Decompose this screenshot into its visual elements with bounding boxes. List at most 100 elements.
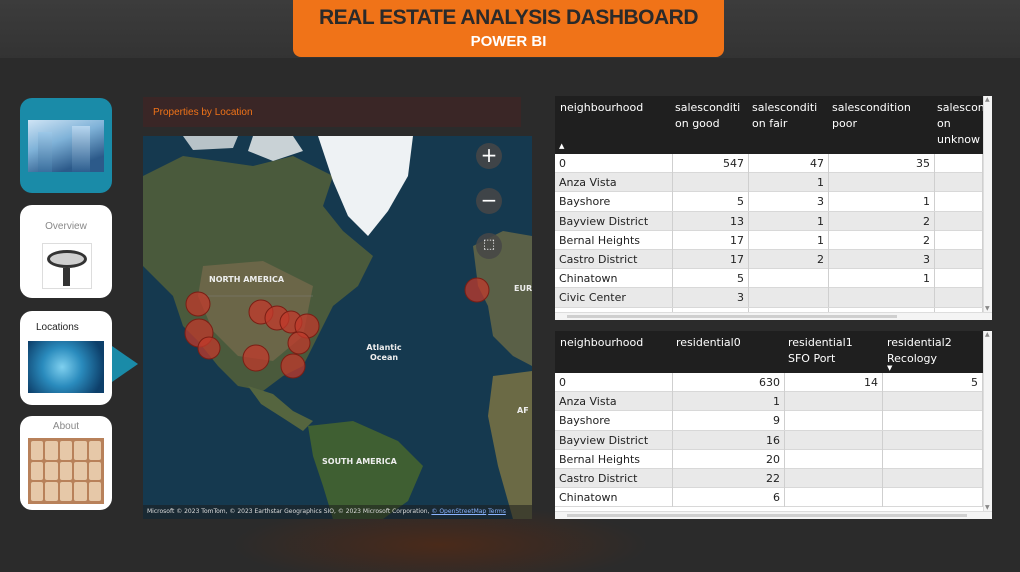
table-cell xyxy=(785,468,883,488)
table-cell xyxy=(883,411,983,431)
table-cell: 13 xyxy=(673,211,749,231)
table-cell xyxy=(785,449,883,469)
table-cell: 17 xyxy=(673,249,749,269)
map-title: Properties by Location xyxy=(143,97,521,127)
sales-condition-table[interactable]: neighbourhood salesconditi on good sales… xyxy=(555,96,992,320)
city-buildings-image xyxy=(28,120,104,172)
table-header: neighbourhood residential0 residential1 … xyxy=(555,331,983,373)
column-header[interactable]: neighbourhood xyxy=(560,335,670,351)
globe-image xyxy=(28,341,104,393)
column-header[interactable]: residential1 SFO Port xyxy=(788,335,874,367)
column-header[interactable]: salescondition poor xyxy=(832,100,932,132)
table-cell: Bayshore xyxy=(555,411,673,431)
label-europe-partial: EUR xyxy=(514,284,532,293)
location-bubble xyxy=(242,344,270,372)
table-row[interactable]: Bayshore 5 3 1 xyxy=(555,192,983,212)
table-cell: 2 xyxy=(749,249,829,269)
table-cell: Castro District xyxy=(555,249,673,269)
table-body: 0 630 14 5 Anza Vista 1 Bayshore 9 Bayview Distr… xyxy=(555,373,983,508)
location-bubble xyxy=(280,353,306,379)
table-cell: 3 xyxy=(749,192,829,212)
horizontal-scrollbar[interactable] xyxy=(555,312,992,320)
table-cell: 14 xyxy=(785,373,883,392)
table-row[interactable]: Chinatown 5 1 xyxy=(555,269,983,289)
table-cell xyxy=(883,430,983,450)
openstreetmap-link[interactable]: © OpenStreetMap xyxy=(431,508,486,515)
table-row[interactable]: Bayview District 13 1 2 xyxy=(555,211,983,231)
column-header[interactable]: salescon on unknow xyxy=(937,100,983,148)
location-bubble xyxy=(287,331,311,355)
label-africa-partial: AF xyxy=(517,406,529,415)
table-cell xyxy=(883,392,983,412)
terms-link[interactable]: Terms xyxy=(488,508,506,515)
table-cell: 17 xyxy=(673,230,749,250)
zoom-in-button[interactable]: + xyxy=(476,143,502,169)
table-cell: 16 xyxy=(673,430,785,450)
location-bubble xyxy=(464,277,490,303)
table-cell: Bernal Heights xyxy=(555,449,673,469)
label-atlantic-ocean: Atlantic Ocean xyxy=(366,343,402,362)
table-cell: 2 xyxy=(829,230,935,250)
table-cell: Chinatown xyxy=(555,488,673,508)
table-row[interactable]: 0 630 14 5 xyxy=(555,373,983,393)
residential-table[interactable]: neighbourhood residential0 residential1 … xyxy=(555,331,992,519)
table-cell xyxy=(935,211,983,231)
table-row[interactable]: Bernal Heights 17 1 2 xyxy=(555,230,983,250)
table-cell: 1 xyxy=(829,192,935,212)
select-tool-button[interactable]: ⬚ xyxy=(476,233,502,259)
column-header[interactable]: residential2 Recology xyxy=(887,335,973,367)
table-cell xyxy=(935,230,983,250)
column-header[interactable]: salesconditi on fair xyxy=(752,100,828,132)
table-cell: 3 xyxy=(829,249,935,269)
table-cell: Castro District xyxy=(555,468,673,488)
table-cell xyxy=(749,269,829,289)
table-row[interactable]: Chinatown 6 xyxy=(555,488,983,508)
page-title: REAL ESTATE ANALYSIS DASHBOARD xyxy=(319,6,699,29)
table-cell: Anza Vista xyxy=(555,173,673,193)
table-cell: 22 xyxy=(673,468,785,488)
vertical-scrollbar[interactable] xyxy=(983,96,992,312)
table-row[interactable]: Bernal Heights 20 xyxy=(555,449,983,469)
table-cell xyxy=(829,173,935,193)
table-row[interactable]: Civic Center 3 xyxy=(555,288,983,308)
nav-locations-tile[interactable]: Locations xyxy=(20,311,112,405)
table-cell: Civic Center xyxy=(555,288,673,308)
table-cell: Anza Vista xyxy=(555,392,673,412)
properties-map[interactable]: NORTH AMERICA Atlantic Ocean SOUTH AMERI… xyxy=(143,136,532,519)
table-cell xyxy=(785,488,883,508)
table-cell: 6 xyxy=(673,488,785,508)
table-cell xyxy=(829,288,935,308)
table-cell: Bernal Heights xyxy=(555,230,673,250)
table-cell: 5 xyxy=(883,373,983,392)
column-header[interactable]: residential0 xyxy=(676,335,776,351)
nav-about-tile[interactable]: About xyxy=(20,416,112,510)
table-cell: 1 xyxy=(673,392,785,412)
zoom-out-button[interactable]: − xyxy=(476,188,502,214)
attribution-text: Microsoft © 2023 TomTom, © 2023 Earthsta… xyxy=(147,508,430,515)
table-cell: 5 xyxy=(673,269,749,289)
nav-home-tile[interactable] xyxy=(20,98,112,193)
active-page-arrow-icon xyxy=(112,346,138,382)
column-header[interactable]: neighbourhood xyxy=(560,100,670,116)
vertical-scrollbar[interactable] xyxy=(983,331,992,511)
location-bubble xyxy=(197,336,221,360)
table-row[interactable]: Anza Vista 1 xyxy=(555,392,983,412)
horizontal-scrollbar[interactable] xyxy=(555,511,992,519)
nav-overview-tile[interactable]: Overview xyxy=(20,205,112,298)
table-row[interactable]: 0 547 47 35 xyxy=(555,154,983,174)
column-header[interactable]: salesconditi on good xyxy=(675,100,751,132)
table-cell xyxy=(749,288,829,308)
table-cell: 1 xyxy=(749,230,829,250)
table-row[interactable]: Castro District 22 xyxy=(555,468,983,489)
table-cell xyxy=(883,468,983,488)
table-row[interactable]: Bayview District 16 xyxy=(555,430,983,450)
label-north-america: NORTH AMERICA xyxy=(209,275,285,284)
table-cell xyxy=(883,488,983,508)
table-cell: 1 xyxy=(749,211,829,231)
table-row[interactable]: Anza Vista 1 xyxy=(555,173,983,193)
table-row[interactable]: Bayshore 9 xyxy=(555,411,983,431)
table-row[interactable]: Castro District 17 2 3 xyxy=(555,249,983,270)
table-cell: 1 xyxy=(829,269,935,289)
sort-descending-icon: ▼ xyxy=(887,364,893,372)
nav-overview-label: Overview xyxy=(45,221,87,232)
